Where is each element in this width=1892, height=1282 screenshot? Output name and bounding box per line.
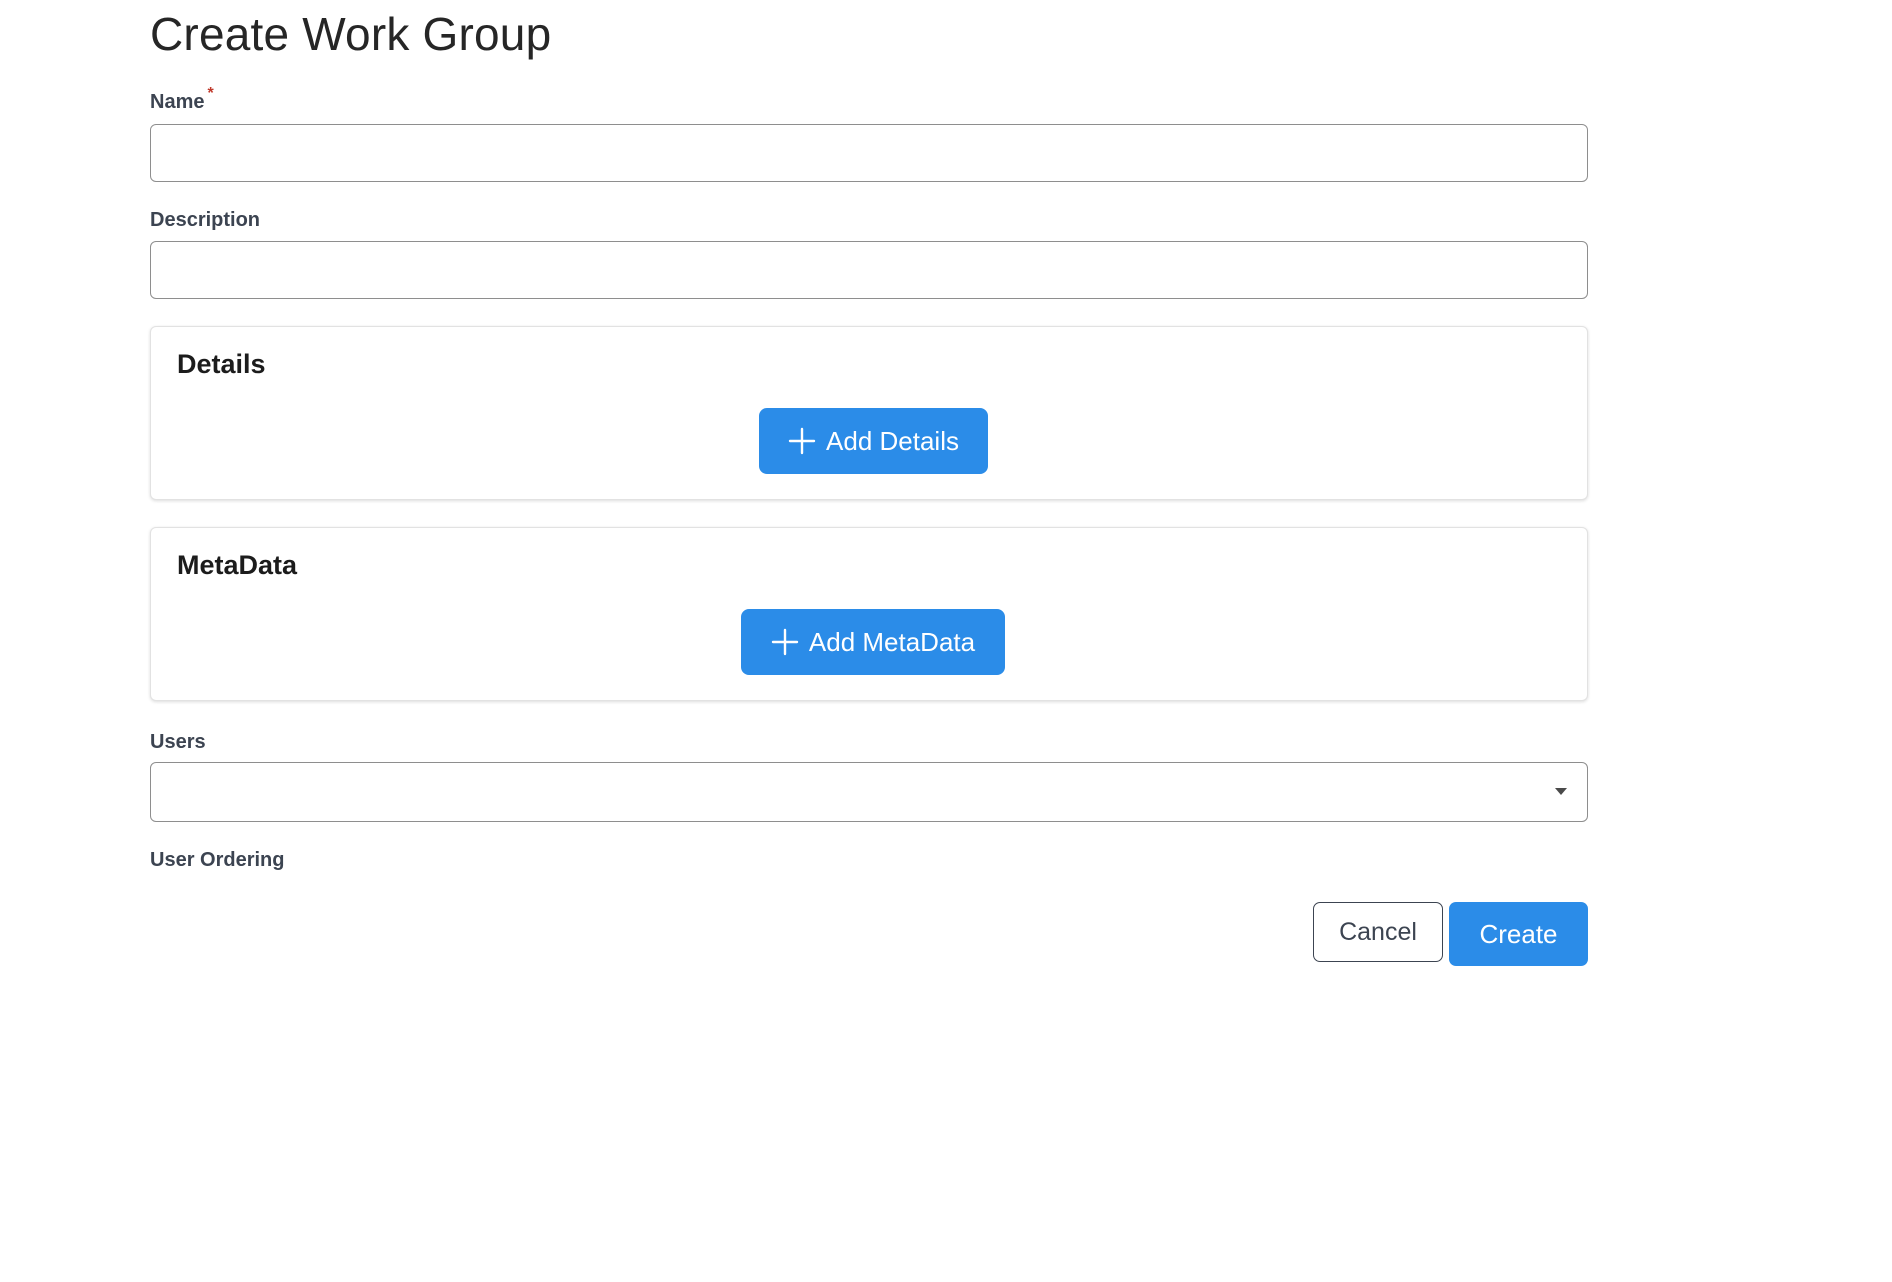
name-label: Name * bbox=[150, 85, 214, 116]
metadata-panel-title: MetaData bbox=[177, 550, 298, 580]
details-panel: Details Add Details bbox=[150, 326, 1588, 500]
metadata-panel: MetaData Add MetaData bbox=[150, 527, 1588, 701]
plus-icon bbox=[771, 628, 799, 656]
name-input[interactable] bbox=[150, 124, 1588, 182]
required-indicator: * bbox=[207, 85, 214, 102]
plus-icon bbox=[788, 427, 816, 455]
add-metadata-label: Add MetaData bbox=[808, 626, 976, 657]
users-label: Users bbox=[150, 731, 206, 753]
users-select[interactable] bbox=[150, 762, 1588, 822]
user-ordering-label: User Ordering bbox=[150, 849, 285, 871]
page-title: Create Work Group bbox=[150, 8, 552, 60]
description-input[interactable] bbox=[150, 241, 1588, 299]
add-details-button[interactable]: Add Details bbox=[759, 408, 988, 474]
name-label-text: Name bbox=[150, 91, 205, 113]
cancel-button[interactable]: Cancel bbox=[1313, 902, 1443, 962]
add-metadata-button[interactable]: Add MetaData bbox=[741, 609, 1005, 675]
create-button[interactable]: Create bbox=[1449, 902, 1588, 966]
description-label: Description bbox=[150, 209, 261, 231]
details-panel-title: Details bbox=[177, 349, 266, 379]
add-details-label: Add Details bbox=[826, 425, 959, 456]
caret-down-icon[interactable] bbox=[1555, 788, 1567, 795]
